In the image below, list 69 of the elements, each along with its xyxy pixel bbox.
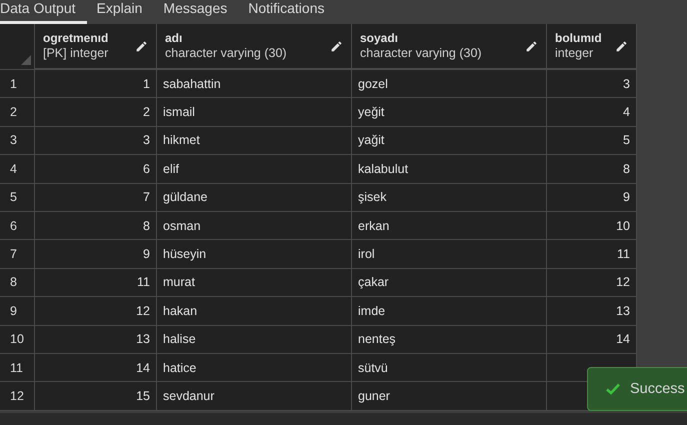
column-type: character varying (30)	[360, 46, 482, 61]
table-cell: şisek	[352, 184, 547, 212]
table-cell: 8	[35, 212, 157, 240]
toast-message: Success	[630, 381, 685, 397]
column-header[interactable]: soyadı character varying (30)	[352, 24, 547, 70]
column-type: integer	[555, 46, 594, 61]
table-cell: halise	[157, 326, 352, 354]
table-cell: erkan	[352, 212, 547, 240]
row-number: 3	[0, 126, 35, 156]
table-cell: elif	[157, 155, 352, 184]
table-cell: imde	[352, 297, 547, 326]
column-type: character varying (30)	[165, 46, 287, 61]
column-name: bolumıd	[555, 31, 602, 46]
table-cell: sütvü	[352, 354, 547, 382]
table-cell: murat	[157, 268, 352, 298]
table-cell: sevdanur	[157, 382, 352, 411]
table-cell: 9	[35, 240, 157, 269]
column-name: soyadı	[360, 31, 400, 46]
row-number: 9	[0, 297, 35, 326]
table-cell: yağit	[352, 126, 547, 156]
column-header[interactable]: adı character varying (30)	[157, 24, 352, 70]
table-cell: 12	[35, 297, 157, 326]
tab[interactable]: Explain	[86, 0, 154, 24]
table-cell: çakar	[352, 268, 547, 298]
tab[interactable]: Messages	[153, 0, 238, 24]
row-number: 11	[0, 354, 35, 382]
row-number: 1	[0, 70, 35, 98]
table-cell: 7	[35, 184, 157, 212]
pencil-icon[interactable]	[135, 40, 148, 52]
table-cell: hüseyin	[157, 240, 352, 269]
row-number: 2	[0, 98, 35, 127]
table-cell: 15	[35, 382, 157, 411]
table-cell: hikmet	[157, 126, 352, 156]
resize-corner-icon	[21, 55, 31, 65]
row-number: 8	[0, 268, 35, 298]
table-cell: 11	[35, 268, 157, 298]
table-cell: 3	[35, 126, 157, 156]
row-number: 6	[0, 212, 35, 240]
table-cell: yeğit	[352, 98, 547, 127]
column-type: [PK] integer	[43, 46, 108, 61]
row-number: 4	[0, 155, 35, 184]
table-cell: irol	[352, 240, 547, 269]
table-cell: güldane	[157, 184, 352, 212]
row-number: 7	[0, 240, 35, 269]
pencil-icon[interactable]	[525, 40, 538, 52]
table-cell: hatice	[157, 354, 352, 382]
table-cell: 1	[35, 70, 157, 98]
pencil-icon[interactable]	[615, 40, 628, 52]
table-cell: ismail	[157, 98, 352, 127]
table-cell: sabahattin	[157, 70, 352, 98]
column-name: adı	[165, 31, 184, 46]
table-cell: 2	[35, 98, 157, 127]
table-cell: gozel	[352, 70, 547, 98]
table-cell: osman	[157, 212, 352, 240]
table-cell: 6	[35, 155, 157, 184]
table-cell: nenteş	[352, 326, 547, 354]
table-cell: hakan	[157, 297, 352, 326]
column-name: ogretmenıd	[43, 31, 108, 46]
table-cell: 13	[35, 326, 157, 354]
row-number: 10	[0, 326, 35, 354]
check-icon	[606, 383, 620, 395]
pencil-icon[interactable]	[330, 40, 343, 52]
column-header[interactable]: ogretmenıd [PK] integer	[35, 24, 157, 70]
table-cell: kalabulut	[352, 155, 547, 184]
table-cell: 14	[35, 354, 157, 382]
tab[interactable]: Notifications	[238, 0, 336, 24]
row-number: 5	[0, 184, 35, 212]
table-cell: guner	[352, 382, 547, 411]
row-number: 12	[0, 382, 35, 411]
